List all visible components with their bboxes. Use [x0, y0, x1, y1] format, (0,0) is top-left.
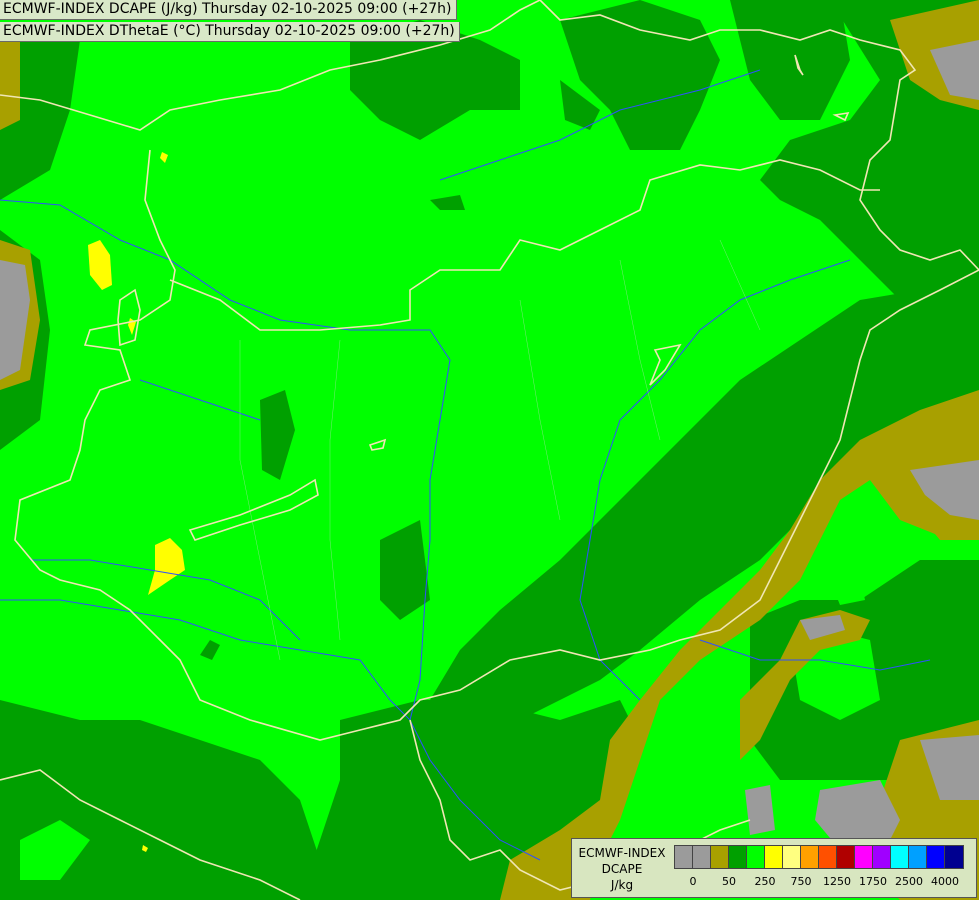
legend-swatch-5	[765, 846, 783, 868]
legend: ECMWF-INDEX DCAPE J/kg 0 50 250 750 1250 1750…	[571, 838, 977, 898]
legend-title: ECMWF-INDEX DCAPE J/kg	[574, 845, 670, 893]
dcape-map	[0, 0, 979, 900]
legend-ticks: 0 50 250 750 1250 1750 2500 4000	[674, 875, 979, 891]
legend-swatch-15	[945, 846, 963, 868]
legend-tick-4: 1250	[823, 875, 851, 888]
legend-swatch-11	[873, 846, 891, 868]
header-dthetae: ECMWF-INDEX DThetaE (°C) Thursday 02-10-…	[0, 22, 460, 42]
legend-swatch-1	[693, 846, 711, 868]
legend-title-line1: ECMWF-INDEX	[578, 846, 666, 860]
legend-swatch-8	[819, 846, 837, 868]
legend-tick-2: 250	[754, 875, 776, 888]
legend-tick-7: 4000	[931, 875, 959, 888]
legend-unit: J/kg	[610, 878, 634, 892]
legend-swatches	[674, 845, 964, 869]
legend-swatch-2	[711, 846, 729, 868]
legend-swatch-4	[747, 846, 765, 868]
legend-tick-0: 0	[689, 875, 697, 888]
legend-swatch-13	[909, 846, 927, 868]
legend-swatch-10	[855, 846, 873, 868]
header-dcape: ECMWF-INDEX DCAPE (J/kg) Thursday 02-10-…	[0, 0, 457, 20]
legend-swatch-9	[837, 846, 855, 868]
legend-tick-5: 1750	[859, 875, 887, 888]
legend-swatch-14	[927, 846, 945, 868]
legend-tick-1: 50	[722, 875, 736, 888]
legend-swatch-7	[801, 846, 819, 868]
legend-tick-6: 2500	[895, 875, 923, 888]
legend-swatch-12	[891, 846, 909, 868]
legend-title-line2: DCAPE	[601, 862, 643, 876]
legend-swatch-0	[675, 846, 693, 868]
legend-tick-3: 750	[790, 875, 812, 888]
legend-swatch-3	[729, 846, 747, 868]
legend-swatch-6	[783, 846, 801, 868]
